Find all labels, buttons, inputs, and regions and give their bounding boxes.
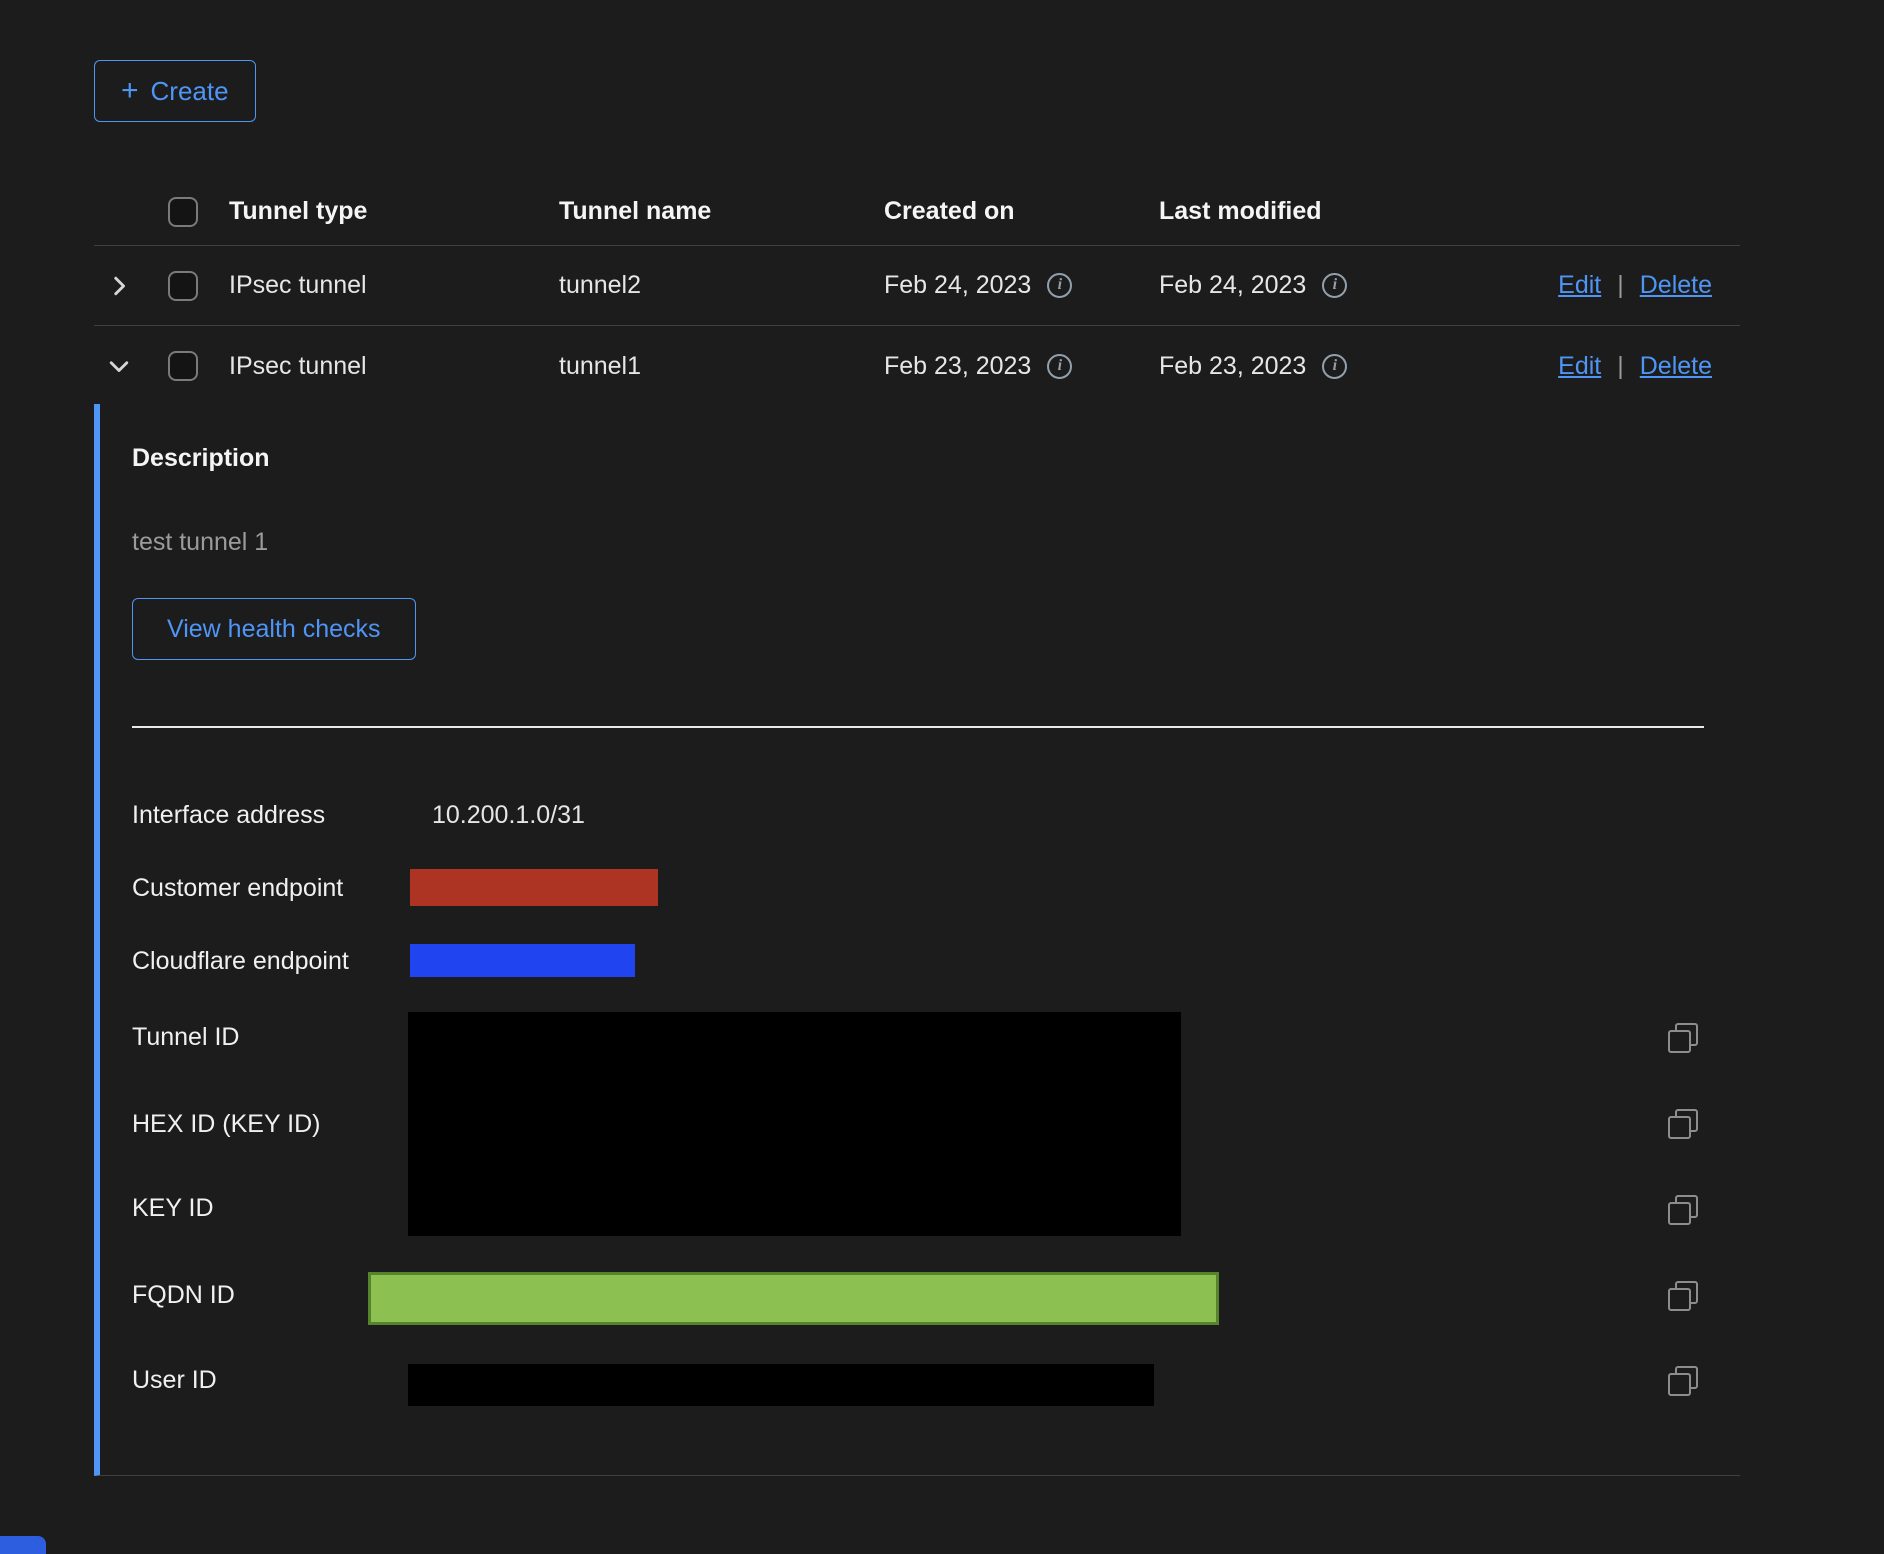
copy-icon[interactable] (1668, 1366, 1698, 1396)
copy-icon[interactable] (1668, 1195, 1698, 1225)
header-tunnel-name: Tunnel name (559, 197, 884, 226)
expand-cell (94, 353, 154, 379)
header-created-on: Created on (884, 197, 1159, 226)
info-icon[interactable] (1322, 273, 1347, 298)
created-on-value: Feb 23, 2023 (884, 352, 1031, 381)
edit-link[interactable]: Edit (1558, 271, 1601, 300)
copy-icon[interactable] (1668, 1109, 1698, 1139)
info-icon[interactable] (1322, 354, 1347, 379)
description-label: Description (132, 444, 270, 473)
tunnel-details-panel: Description test tunnel 1 View health ch… (94, 404, 1740, 1476)
checkbox-cell (154, 351, 229, 381)
tunnels-table: Tunnel type Tunnel name Created on Last … (94, 178, 1740, 406)
customer-endpoint-redacted-value (410, 869, 658, 906)
key-id-label: KEY ID (132, 1193, 214, 1223)
header-checkbox-cell (154, 197, 229, 227)
tunnel-type-cell: IPsec tunnel (229, 271, 559, 300)
checkbox-cell (154, 271, 229, 301)
corner-blue-widget[interactable] (0, 1536, 46, 1554)
tunnel-hex-key-redacted-values (408, 1012, 1181, 1236)
header-tunnel-type: Tunnel type (229, 197, 559, 226)
delete-link[interactable]: Delete (1640, 271, 1712, 300)
last-modified-value: Feb 23, 2023 (1159, 352, 1306, 381)
cloudflare-endpoint-label: Cloudflare endpoint (132, 946, 349, 976)
row-checkbox[interactable] (168, 351, 198, 381)
description-value: test tunnel 1 (132, 528, 268, 557)
tunnel-name-cell: tunnel2 (559, 271, 884, 300)
tunnel-type-cell: IPsec tunnel (229, 352, 559, 381)
row-actions: Edit | Delete (1489, 271, 1740, 300)
tunnel-id-label: Tunnel ID (132, 1022, 239, 1052)
interface-address-value: 10.200.1.0/31 (432, 800, 585, 830)
chevron-down-icon[interactable] (106, 353, 132, 379)
create-button-label: Create (151, 76, 229, 107)
fqdn-id-redacted-value (368, 1272, 1219, 1325)
plus-icon (121, 76, 139, 106)
info-icon[interactable] (1047, 354, 1072, 379)
edit-link[interactable]: Edit (1558, 352, 1601, 381)
created-on-value: Feb 24, 2023 (884, 271, 1031, 300)
user-id-redacted-value (408, 1364, 1154, 1406)
fqdn-id-label: FQDN ID (132, 1280, 235, 1310)
row-actions: Edit | Delete (1489, 352, 1740, 381)
panel-divider (132, 726, 1704, 728)
delete-link[interactable]: Delete (1640, 352, 1712, 381)
interface-address-label: Interface address (132, 800, 325, 830)
cloudflare-endpoint-redacted-value (410, 944, 635, 977)
last-modified-cell: Feb 23, 2023 (1159, 352, 1489, 381)
hex-id-label: HEX ID (KEY ID) (132, 1109, 320, 1139)
user-id-label: User ID (132, 1365, 217, 1395)
last-modified-cell: Feb 24, 2023 (1159, 271, 1489, 300)
view-health-checks-button[interactable]: View health checks (132, 598, 416, 660)
row-checkbox[interactable] (168, 271, 198, 301)
select-all-checkbox[interactable] (168, 197, 198, 227)
actions-separator: | (1617, 352, 1624, 381)
customer-endpoint-label: Customer endpoint (132, 873, 343, 903)
create-button[interactable]: Create (94, 60, 256, 122)
actions-separator: | (1617, 271, 1624, 300)
created-on-cell: Feb 23, 2023 (884, 352, 1159, 381)
chevron-right-icon[interactable] (106, 273, 132, 299)
created-on-cell: Feb 24, 2023 (884, 271, 1159, 300)
last-modified-value: Feb 24, 2023 (1159, 271, 1306, 300)
copy-icon[interactable] (1668, 1281, 1698, 1311)
tunnels-page: Create Tunnel type Tunnel name Created o… (0, 0, 1884, 1554)
info-icon[interactable] (1047, 273, 1072, 298)
header-last-modified: Last modified (1159, 197, 1489, 226)
expand-cell (94, 273, 154, 299)
table-row-tunnel1: IPsec tunnel tunnel1 Feb 23, 2023 Feb 23… (94, 326, 1740, 406)
table-row-tunnel2: IPsec tunnel tunnel2 Feb 24, 2023 Feb 24… (94, 246, 1740, 326)
table-header-row: Tunnel type Tunnel name Created on Last … (94, 178, 1740, 246)
copy-icon[interactable] (1668, 1023, 1698, 1053)
tunnel-name-cell: tunnel1 (559, 352, 884, 381)
